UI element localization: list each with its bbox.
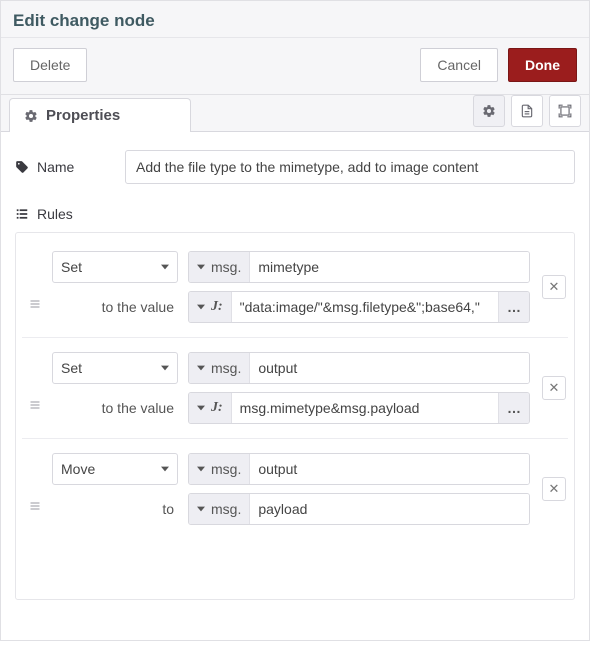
name-input[interactable] xyxy=(125,150,575,184)
type-chip[interactable]: msg. xyxy=(189,494,250,524)
expand-editor-button[interactable]: … xyxy=(498,292,529,322)
rules-label-text: Rules xyxy=(37,206,73,222)
dialog-toolbar: Delete Cancel Done xyxy=(1,38,589,95)
rule-to-label: to the value xyxy=(52,400,178,416)
rule-row: ✕ Set msg. to the value J: … xyxy=(22,237,568,338)
cancel-button[interactable]: Cancel xyxy=(420,48,498,82)
chevron-down-icon xyxy=(197,465,205,473)
type-chip[interactable]: J: xyxy=(189,292,232,322)
type-chip-label: msg. xyxy=(211,461,241,477)
type-chip-label: msg. xyxy=(211,501,241,517)
type-chip-label: msg. xyxy=(211,259,241,275)
rule-target-field[interactable] xyxy=(250,353,529,383)
ellipsis-icon: … xyxy=(507,400,521,416)
chevron-down-icon xyxy=(161,263,169,271)
gear-icon xyxy=(24,109,38,123)
rule-target-input: msg. xyxy=(188,453,530,485)
rule-action-label: Move xyxy=(61,461,95,477)
done-button[interactable]: Done xyxy=(508,48,577,82)
rule-to-label: to xyxy=(52,501,178,517)
rule-target-field[interactable] xyxy=(250,454,529,484)
rule-action-select[interactable]: Set xyxy=(52,251,178,283)
document-icon xyxy=(520,104,534,118)
type-chip[interactable]: msg. xyxy=(189,353,250,383)
delete-rule-button[interactable]: ✕ xyxy=(542,275,566,299)
rule-action-select[interactable]: Set xyxy=(52,352,178,384)
dialog-title: Edit change node xyxy=(1,1,589,38)
rule-action-label: Set xyxy=(61,360,82,376)
close-icon: ✕ xyxy=(549,380,560,396)
ellipsis-icon: … xyxy=(507,299,521,315)
delete-rule-button[interactable]: ✕ xyxy=(542,376,566,400)
name-label: Name xyxy=(15,159,115,175)
rule-value-field[interactable] xyxy=(232,393,498,423)
tab-icon-node-settings[interactable] xyxy=(473,95,505,127)
properties-panel: Name Rules ✕ Set msg. to the value J: … ✕ Set ms… xyxy=(1,131,589,640)
type-chip[interactable]: msg. xyxy=(189,252,250,282)
tag-icon xyxy=(15,160,29,174)
delete-button[interactable]: Delete xyxy=(13,48,87,82)
rule-row: ✕ Set msg. to the value J: … xyxy=(22,338,568,439)
gear-icon xyxy=(482,104,496,118)
type-chip-label: msg. xyxy=(211,360,241,376)
rule-action-select[interactable]: Move xyxy=(52,453,178,485)
name-row: Name xyxy=(15,150,575,184)
chevron-down-icon xyxy=(197,505,205,513)
drag-handle-icon[interactable] xyxy=(26,352,44,424)
chevron-down-icon xyxy=(197,263,205,271)
delete-rule-button[interactable]: ✕ xyxy=(542,477,566,501)
rule-target-input: msg. xyxy=(188,352,530,384)
rule-action-label: Set xyxy=(61,259,82,275)
rule-row: ✕ Move msg. to msg. xyxy=(22,439,568,539)
tab-bar: Properties xyxy=(1,95,589,131)
tab-icon-appearance[interactable] xyxy=(549,95,581,127)
edit-node-dialog: Edit change node Delete Cancel Done Prop… xyxy=(0,0,590,641)
tab-icon-description[interactable] xyxy=(511,95,543,127)
expand-icon xyxy=(558,104,572,118)
chevron-down-icon xyxy=(197,303,205,311)
chevron-down-icon xyxy=(161,465,169,473)
rules-list: ✕ Set msg. to the value J: … ✕ Set msg. to the va… xyxy=(15,232,575,600)
rule-to-label: to the value xyxy=(52,299,178,315)
chevron-down-icon xyxy=(197,364,205,372)
rule-target-field[interactable] xyxy=(250,252,529,282)
rule-target-input: msg. xyxy=(188,251,530,283)
rule-value-input: J: … xyxy=(188,291,530,323)
type-chip[interactable]: J: xyxy=(189,393,232,423)
type-chip[interactable]: msg. xyxy=(189,454,250,484)
rule-value-field[interactable] xyxy=(250,494,529,524)
tab-properties[interactable]: Properties xyxy=(9,98,191,132)
rule-value-field[interactable] xyxy=(232,292,498,322)
jsonata-icon: J: xyxy=(211,299,223,315)
drag-handle-icon[interactable] xyxy=(26,453,44,525)
rules-label: Rules xyxy=(15,206,575,222)
name-label-text: Name xyxy=(37,159,74,175)
chevron-down-icon xyxy=(161,364,169,372)
tab-properties-label: Properties xyxy=(46,107,120,124)
close-icon: ✕ xyxy=(549,481,560,497)
expand-editor-button[interactable]: … xyxy=(498,393,529,423)
drag-handle-icon[interactable] xyxy=(26,251,44,323)
close-icon: ✕ xyxy=(549,279,560,295)
chevron-down-icon xyxy=(197,404,205,412)
rule-value-input: msg. xyxy=(188,493,530,525)
rule-value-input: J: … xyxy=(188,392,530,424)
list-icon xyxy=(15,207,29,221)
jsonata-icon: J: xyxy=(211,400,223,416)
